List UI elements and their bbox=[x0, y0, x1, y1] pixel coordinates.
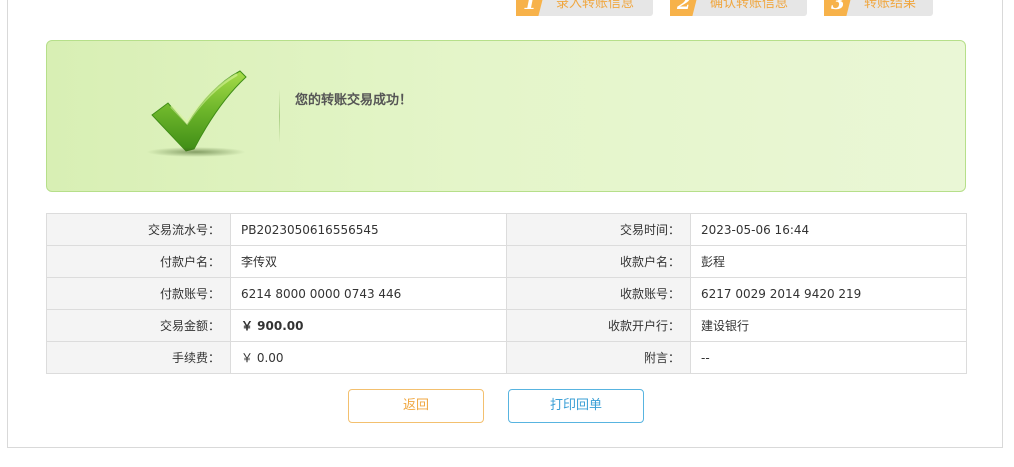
transaction-details-table: 交易流水号： PB2023050616556545 交易时间： 2023-05-… bbox=[46, 213, 967, 374]
checkmark-shadow bbox=[146, 147, 246, 157]
amount-label: 交易金额： bbox=[46, 309, 231, 342]
payee-account-value: 6217 0029 2014 9420 219 bbox=[690, 277, 967, 310]
fee-value: ￥ 0.00 bbox=[230, 341, 507, 374]
step-2: 2 确认转账信息 bbox=[670, 0, 807, 16]
banner-divider bbox=[279, 89, 280, 143]
payer-account-label: 付款账号： bbox=[46, 277, 231, 310]
fee-label: 手续费： bbox=[46, 341, 231, 374]
transaction-time-label: 交易时间： bbox=[506, 213, 691, 246]
transaction-time-value: 2023-05-06 16:44 bbox=[690, 213, 967, 246]
back-button[interactable]: 返回 bbox=[348, 389, 484, 423]
step-2-label: 确认转账信息 bbox=[710, 0, 789, 11]
step-1-number: 1 bbox=[516, 0, 544, 16]
success-message: 您的转账交易成功！ bbox=[295, 93, 413, 108]
payee-account-label: 收款账号： bbox=[506, 277, 691, 310]
remark-label: 附言： bbox=[506, 341, 691, 374]
payer-name-label: 付款户名： bbox=[46, 245, 231, 278]
success-banner: 您的转账交易成功！ bbox=[46, 40, 966, 192]
step-1: 1 录入转账信息 bbox=[516, 0, 653, 16]
payee-name-value: 彭程 bbox=[690, 245, 967, 278]
step-1-label: 录入转账信息 bbox=[556, 0, 635, 11]
table-row: 手续费： ￥ 0.00 附言： -- bbox=[46, 341, 967, 374]
checkmark-icon bbox=[142, 63, 252, 163]
payee-bank-value: 建设银行 bbox=[690, 309, 967, 342]
step-3-label: 转账结果 bbox=[864, 0, 917, 11]
print-receipt-button[interactable]: 打印回单 bbox=[508, 389, 644, 423]
table-row: 交易流水号： PB2023050616556545 交易时间： 2023-05-… bbox=[46, 213, 967, 246]
payee-name-label: 收款户名： bbox=[506, 245, 691, 278]
remark-value: -- bbox=[690, 341, 967, 374]
serial-number-label: 交易流水号： bbox=[46, 213, 231, 246]
amount-value: ￥ 900.00 bbox=[230, 309, 507, 342]
payer-account-value: 6214 8000 0000 0743 446 bbox=[230, 277, 507, 310]
payee-bank-label: 收款开户行： bbox=[506, 309, 691, 342]
serial-number-value: PB2023050616556545 bbox=[230, 213, 507, 246]
step-2-number: 2 bbox=[670, 0, 698, 16]
table-row: 付款户名： 李传双 收款户名： 彭程 bbox=[46, 245, 967, 278]
payer-name-value: 李传双 bbox=[230, 245, 507, 278]
table-row: 交易金额： ￥ 900.00 收款开户行： 建设银行 bbox=[46, 309, 967, 342]
step-3: 3 转账结果 bbox=[824, 0, 933, 16]
table-row: 付款账号： 6214 8000 0000 0743 446 收款账号： 6217… bbox=[46, 277, 967, 310]
step-3-number: 3 bbox=[824, 0, 852, 16]
